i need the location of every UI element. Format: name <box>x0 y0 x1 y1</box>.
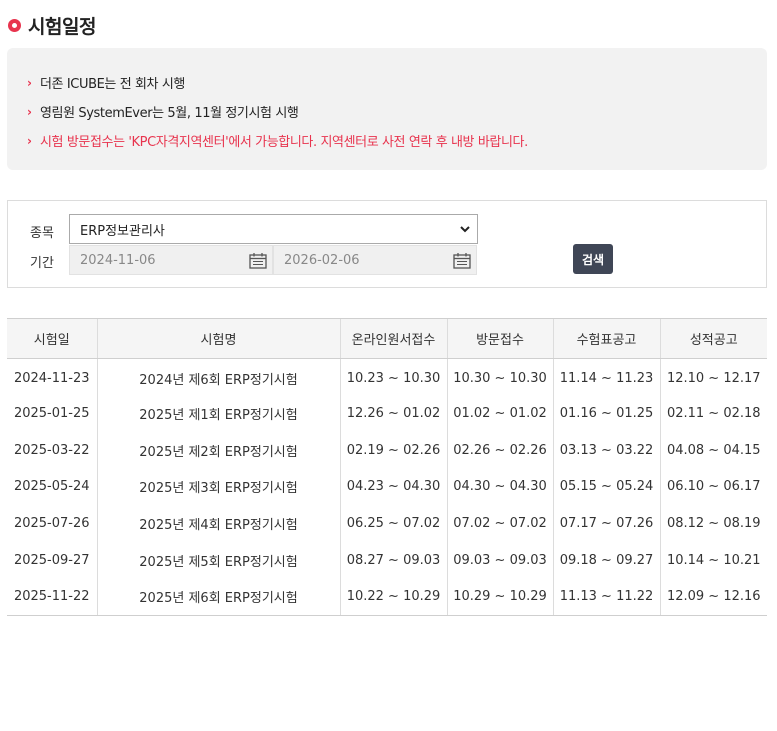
table-row: 2025-11-22 2025년 제6회 ERP정기시험 10.22 ~ 10.… <box>7 578 767 616</box>
table-cell: 2025년 제2회 ERP정기시험 <box>96 431 340 469</box>
table-cell: 04.23 ~ 04.30 <box>339 468 447 506</box>
column-header: 방문접수 <box>446 318 553 359</box>
column-header: 온라인원서접수 <box>339 318 447 359</box>
calendar-icon[interactable] <box>453 252 471 269</box>
table-row: 2025-05-24 2025년 제3회 ERP정기시험 04.23 ~ 04.… <box>7 468 767 506</box>
chevron-right-icon: › <box>27 133 32 148</box>
table-row: 2025-07-26 2025년 제4회 ERP정기시험 06.25 ~ 07.… <box>7 505 767 542</box>
table-cell: 2025-05-24 <box>13 479 90 495</box>
table-cell: 2025-11-22 <box>7 578 97 616</box>
start-date-input[interactable]: 2024-11-06 <box>69 245 273 275</box>
table-cell: 09.03 ~ 09.03 <box>446 541 553 579</box>
table-cell: 11.13 ~ 11.22 <box>552 578 660 616</box>
table-cell: 10.23 ~ 10.30 <box>339 358 447 396</box>
table-cell: 09.18 ~ 09.27 <box>552 541 660 579</box>
table-cell: 2024년 제6회 ERP정기시험 <box>96 358 340 396</box>
table-cell: 2025년 제3회 ERP정기시험 <box>96 468 340 506</box>
table-cell: 02.11 ~ 02.18 <box>659 395 767 432</box>
category-select[interactable]: ERP정보관리사 <box>69 214 478 244</box>
table-row: 2025-09-27 2025년 제5회 ERP정기시험 08.27 ~ 09.… <box>7 541 767 579</box>
chevron-right-icon: › <box>27 75 32 90</box>
table-cell: 04.08 ~ 04.15 <box>659 431 767 469</box>
column-header: 시험일 <box>7 318 97 359</box>
table-cell: 03.13 ~ 03.22 <box>552 431 660 469</box>
table-cell: 10.30 ~ 10.30 <box>446 358 553 396</box>
table-cell: 02.19 ~ 02.26 <box>339 431 447 469</box>
column-header: 성적공고 <box>659 318 767 359</box>
table-cell: 2025-01-25 <box>13 406 90 422</box>
table-cell: 06.25 ~ 07.02 <box>339 505 447 542</box>
table-cell: 10.29 ~ 10.29 <box>446 578 553 616</box>
table-cell: 01.16 ~ 01.25 <box>552 395 660 432</box>
notice-item: › 영림원 SystemEver는 5월, 11월 정기시험 시행 <box>27 97 767 126</box>
calendar-icon[interactable] <box>249 252 267 269</box>
notice-text: 시험 방문접수는 'KPC자격지역센터'에서 가능합니다. 지역센터로 사전 연… <box>40 135 528 150</box>
category-select-value: ERP정보관리사 <box>80 223 165 239</box>
table-row: 2024-11-23 2024년 제6회 ERP정기시험 10.23 ~ 10.… <box>7 358 767 396</box>
table-cell: 08.12 ~ 08.19 <box>659 505 767 542</box>
notice-text: 영림원 SystemEver는 5월, 11월 정기시험 시행 <box>40 106 299 121</box>
table-cell: 07.02 ~ 07.02 <box>446 505 553 542</box>
start-date-value: 2024-11-06 <box>80 252 156 268</box>
period-label: 기간 <box>30 256 54 271</box>
table-cell: 2024-11-23 <box>13 370 90 386</box>
page-title: 시험일정 <box>28 15 96 38</box>
circle-bullet-icon <box>8 18 21 32</box>
column-header: 수험표공고 <box>552 318 660 359</box>
table-cell: 12.10 ~ 12.17 <box>659 358 767 396</box>
table-row: 2025-01-25 2025년 제1회 ERP정기시험 12.26 ~ 01.… <box>7 395 767 432</box>
category-label: 종목 <box>30 226 54 241</box>
table-cell: 2025년 제4회 ERP정기시험 <box>96 505 340 542</box>
notice-item: › 더존 ICUBE는 전 회차 시행 <box>27 68 767 97</box>
notice-box: › 더존 ICUBE는 전 회차 시행 › 영림원 SystemEver는 5월… <box>7 48 767 170</box>
table-cell: 2025년 제5회 ERP정기시험 <box>96 541 340 579</box>
table-cell: 2025-03-22 <box>13 442 90 458</box>
table-cell: 10.14 ~ 10.21 <box>659 541 767 579</box>
chevron-down-icon <box>460 226 470 233</box>
table-cell: 2025-07-26 <box>13 516 90 532</box>
end-date-value: 2026-02-06 <box>284 252 360 268</box>
search-button[interactable]: 검색 <box>573 244 613 274</box>
page-title-row: 시험일정 <box>8 12 96 38</box>
search-form: 종목 ERP정보관리사 기간 2024-11-06 2026-02-06 검색 <box>7 200 767 288</box>
table-cell: 12.09 ~ 12.16 <box>659 578 767 616</box>
table-cell: 2025년 제1회 ERP정기시험 <box>96 395 340 432</box>
table-cell: 01.02 ~ 01.02 <box>446 395 553 432</box>
end-date-input[interactable]: 2026-02-06 <box>273 245 477 275</box>
table-cell: 04.30 ~ 04.30 <box>446 468 553 506</box>
exam-schedule-table: 시험일 시험명 온라인원서접수 방문접수 수험표공고 성적공고 2024-11-… <box>7 318 767 616</box>
notice-text: 더존 ICUBE는 전 회차 시행 <box>40 77 185 92</box>
table-cell: 07.17 ~ 07.26 <box>552 505 660 542</box>
table-cell: 06.10 ~ 06.17 <box>659 468 767 506</box>
column-header: 시험명 <box>96 318 340 359</box>
table-header-row: 시험일 시험명 온라인원서접수 방문접수 수험표공고 성적공고 <box>7 318 767 359</box>
table-cell: 05.15 ~ 05.24 <box>552 468 660 506</box>
notice-item-highlight: › 시험 방문접수는 'KPC자격지역센터'에서 가능합니다. 지역센터로 사전… <box>27 126 767 155</box>
table-cell: 02.26 ~ 02.26 <box>446 431 553 469</box>
chevron-right-icon: › <box>27 104 32 119</box>
table-cell: 11.14 ~ 11.23 <box>552 358 660 396</box>
table-cell: 2025-09-27 <box>13 552 90 568</box>
table-cell: 08.27 ~ 09.03 <box>339 541 447 579</box>
table-cell: 12.26 ~ 01.02 <box>339 395 447 432</box>
table-cell: 10.22 ~ 10.29 <box>339 578 447 616</box>
table-row: 2025-03-22 2025년 제2회 ERP정기시험 02.19 ~ 02.… <box>7 431 767 469</box>
table-cell: 2025년 제6회 ERP정기시험 <box>96 578 340 616</box>
